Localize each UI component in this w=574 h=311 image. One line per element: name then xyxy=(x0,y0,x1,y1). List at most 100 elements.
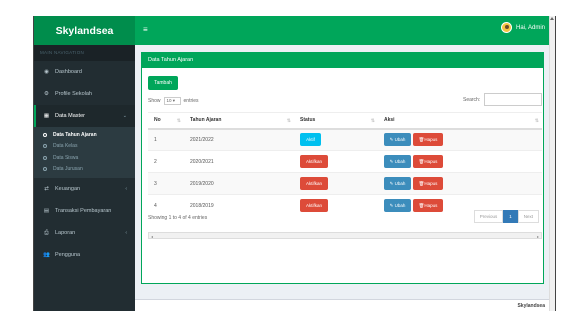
user-greeting: Hai, Admin xyxy=(515,24,545,31)
activate-button[interactable]: Aktifkan xyxy=(300,199,328,213)
panel-title: Data Tahun Ajaran xyxy=(142,52,543,68)
tahun-ajaran-table: No ⇅ Tahun Ajaran ⇅ Status ⇅ Aksi ⇅ 1 2021/2… xyxy=(148,112,542,217)
cell-status: Aktifkan xyxy=(294,194,378,217)
search-label: Search: xyxy=(463,97,481,103)
sidebar-item-keuangan[interactable]: ⇄ Keuangan ‹ xyxy=(34,178,135,200)
entries-select-value: 10 xyxy=(166,98,172,103)
pagination: Previous 1 Next xyxy=(473,210,539,223)
hamburger-menu-icon[interactable]: ≡ xyxy=(143,25,148,34)
delete-button[interactable]: 🗑Hapus xyxy=(413,133,443,147)
delete-button[interactable]: 🗑Hapus xyxy=(413,155,443,168)
sidebar-item-label: Keuangan xyxy=(55,186,81,192)
page-button-current[interactable]: 1 xyxy=(503,210,518,223)
cell-no: 1 xyxy=(148,128,184,151)
footer: Skylandsea xyxy=(135,299,551,311)
gear-icon: ⚙ xyxy=(44,91,49,97)
edit-button[interactable]: ✎ Ubah xyxy=(384,177,411,190)
sidebar-item-label: Data Master xyxy=(55,113,85,119)
edit-button[interactable]: ✎ Ubah xyxy=(384,155,411,168)
submenu-item-kelas[interactable]: Data Kelas xyxy=(34,141,135,153)
user-menu[interactable]: Hai, Admin xyxy=(500,22,545,33)
cell-no: 3 xyxy=(148,172,184,195)
sidebar-item-label: Profile Sekolah xyxy=(55,91,92,97)
edit-icon: ✎ xyxy=(389,203,394,209)
table-info: Showing 1 to 4 of 4 entries xyxy=(148,215,208,221)
horizontal-scrollbar[interactable]: ◂ ▸ xyxy=(148,232,542,239)
topbar: ≡ Hai, Admin xyxy=(135,16,551,45)
edit-button[interactable]: ✎ Ubah xyxy=(384,133,411,147)
entries-length-control: Show 10 ▾ entries xyxy=(148,97,199,105)
previous-page-button[interactable]: Previous xyxy=(473,210,504,223)
chevron-down-icon: ⌄ xyxy=(122,113,127,119)
avatar xyxy=(500,22,512,33)
exchange-icon: ⇄ xyxy=(44,186,49,192)
header-no[interactable]: No ⇅ xyxy=(148,112,184,130)
brand-logo[interactable]: Skylandsea xyxy=(34,16,135,45)
delete-button[interactable]: 🗑Hapus xyxy=(413,199,443,213)
cell-aksi: ✎ Ubah 🗑Hapus xyxy=(378,150,542,173)
status-badge[interactable]: Aktif xyxy=(300,133,321,147)
sidebar-item-data-master[interactable]: ▦ Data Master ⌄ xyxy=(34,105,135,127)
sidebar-item-transaksi[interactable]: ▤ Transaksi Pembayaran xyxy=(34,200,135,222)
cell-tahun-ajaran: 2020/2021 xyxy=(184,150,294,173)
circle-icon xyxy=(43,167,47,172)
cell-status: Aktifkan xyxy=(294,150,378,173)
activate-button[interactable]: Aktifkan xyxy=(300,177,328,190)
entries-label: entries xyxy=(183,98,199,104)
table-header-row: No ⇅ Tahun Ajaran ⇅ Status ⇅ Aksi ⇅ xyxy=(148,112,542,130)
cell-tahun-ajaran: 2019/2020 xyxy=(184,172,294,195)
header-status[interactable]: Status ⇅ xyxy=(294,112,378,130)
scroll-left-icon: ◂ xyxy=(151,234,154,239)
sidebar-item-laporan[interactable]: ⎙ Laporan ‹ xyxy=(34,222,135,244)
edit-button[interactable]: ✎ Ubah xyxy=(384,199,411,213)
submenu-item-label: Data Siswa xyxy=(53,154,79,161)
edit-icon: ✎ xyxy=(389,137,394,143)
circle-icon xyxy=(43,155,47,160)
sidebar: Skylandsea MAIN NAVIGATION ◉ Dashboard ⚙… xyxy=(34,16,135,311)
sort-icon: ⇅ xyxy=(286,118,291,124)
vertical-scrollbar[interactable] xyxy=(549,16,555,311)
search-input[interactable] xyxy=(484,93,542,106)
list-icon: ▤ xyxy=(43,208,50,214)
submenu-item-label: Data Kelas xyxy=(53,143,78,150)
sidebar-item-profile[interactable]: ⚙ Profile Sekolah xyxy=(34,83,135,105)
scroll-right-icon: ▸ xyxy=(536,234,539,239)
submenu-data-master: Data Tahun Ajaran Data Kelas Data Siswa … xyxy=(34,127,135,178)
cell-no: 2 xyxy=(148,150,184,173)
submenu-item-tahun-ajaran[interactable]: Data Tahun Ajaran xyxy=(34,129,135,141)
table-row: 1 2021/2022 Aktif ✎ Ubah 🗑Hapus xyxy=(148,128,542,151)
submenu-item-siswa[interactable]: Data Siswa xyxy=(34,152,135,164)
submenu-item-label: Data Tahun Ajaran xyxy=(53,131,97,138)
sidebar-item-label: Pengguna xyxy=(55,252,81,258)
cell-status: Aktif xyxy=(294,128,378,151)
table-row: 3 2019/2020 Aktifkan ✎ Ubah 🗑Hapus xyxy=(148,172,542,195)
sort-icon: ⇅ xyxy=(370,118,375,124)
chevron-left-icon: ‹ xyxy=(125,230,127,236)
delete-button[interactable]: 🗑Hapus xyxy=(413,177,443,190)
main-content: Data Tahun Ajaran Tambah Show 10 ▾ entri… xyxy=(135,45,551,311)
add-button[interactable]: Tambah xyxy=(148,76,178,90)
next-page-button[interactable]: Next xyxy=(517,210,539,223)
table-icon: ▦ xyxy=(43,113,50,119)
header-aksi[interactable]: Aksi ⇅ xyxy=(378,112,542,130)
footer-brand: Skylandsea xyxy=(517,303,545,309)
scroll-up-icon xyxy=(550,17,554,20)
circle-icon xyxy=(43,144,47,149)
sidebar-item-pengguna[interactable]: 👥 Pengguna xyxy=(34,244,135,266)
cell-tahun-ajaran: 2021/2022 xyxy=(184,128,294,151)
entries-select[interactable]: 10 ▾ xyxy=(163,97,181,105)
app-window: Skylandsea MAIN NAVIGATION ◉ Dashboard ⚙… xyxy=(33,16,556,311)
edit-icon: ✎ xyxy=(389,159,394,164)
cell-no: 4 xyxy=(148,194,184,217)
sidebar-header: MAIN NAVIGATION xyxy=(34,45,135,61)
tahun-ajaran-panel: Data Tahun Ajaran Tambah Show 10 ▾ entri… xyxy=(141,52,544,284)
header-tahun-ajaran[interactable]: Tahun Ajaran ⇅ xyxy=(184,112,294,130)
sidebar-item-dashboard[interactable]: ◉ Dashboard xyxy=(34,61,135,83)
users-icon: 👥 xyxy=(43,252,50,258)
submenu-item-jurusan[interactable]: Data Jurusan xyxy=(34,164,135,176)
sidebar-item-label: Transaksi Pembayaran xyxy=(55,208,112,214)
sidebar-item-label: Dashboard xyxy=(55,69,82,75)
show-label: Show xyxy=(148,98,161,104)
print-icon: ⎙ xyxy=(44,229,49,236)
activate-button[interactable]: Aktifkan xyxy=(300,155,328,168)
